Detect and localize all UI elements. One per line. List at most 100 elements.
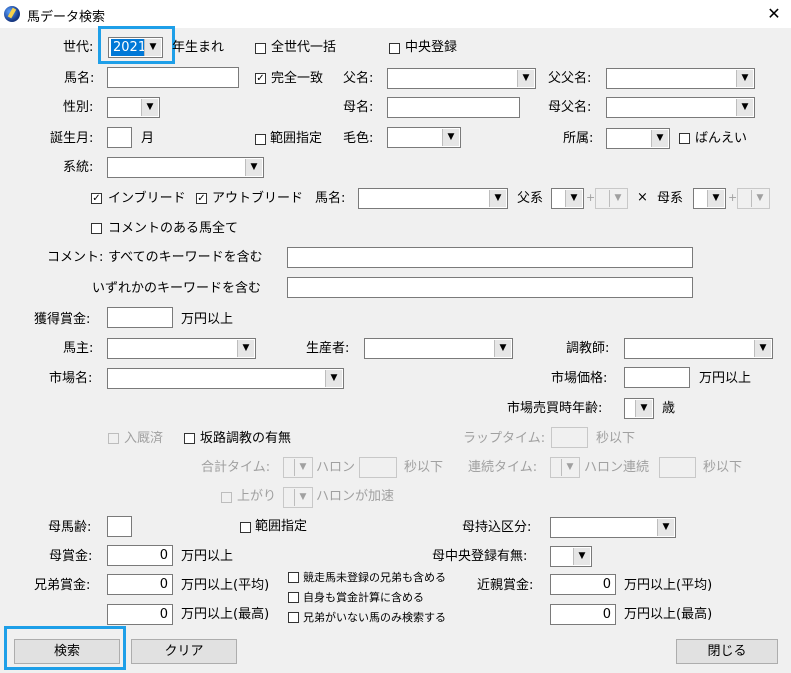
all-keywords-input[interactable]	[287, 247, 693, 268]
all-generations-checkbox[interactable]	[255, 43, 266, 54]
total-furlong-label: ハロン	[316, 460, 356, 475]
birth-range-checkbox[interactable]	[255, 134, 266, 145]
times-sign: ×	[637, 190, 648, 205]
sex-select[interactable]: ▼	[107, 97, 160, 118]
dam-prize-label: 母賞金:	[49, 549, 93, 564]
comment-label: コメント:	[47, 250, 104, 265]
dam-age-label: 母馬齢:	[48, 520, 92, 535]
chevron-down-icon[interactable]: ▼	[565, 190, 582, 207]
lap-time-input[interactable]	[551, 427, 588, 448]
relative-prize-label: 近親賞金:	[477, 578, 534, 593]
chevron-down-icon[interactable]: ▼	[707, 190, 724, 207]
chevron-down-icon[interactable]: ▼	[294, 489, 311, 506]
chevron-down-icon[interactable]: ▼	[751, 190, 768, 207]
central-registration-checkbox[interactable]	[389, 43, 400, 54]
chevron-down-icon[interactable]: ▼	[294, 459, 311, 476]
rise-furlong-select[interactable]: ▼	[283, 487, 313, 508]
sire-label: 父名:	[343, 71, 374, 86]
exact-match-checkbox[interactable]: ✓	[255, 73, 266, 84]
affiliation-label: 所属:	[563, 131, 594, 146]
any-keywords-input[interactable]	[287, 277, 693, 298]
consecutive-furlong-select[interactable]: ▼	[550, 457, 580, 478]
chevron-down-icon[interactable]: ▼	[736, 99, 753, 116]
chevron-down-icon[interactable]: ▼	[237, 340, 254, 357]
total-furlong-select[interactable]: ▼	[283, 457, 313, 478]
prize-input[interactable]	[107, 307, 173, 328]
stable-checkbox[interactable]	[108, 433, 119, 444]
market-age-suffix: 歳	[662, 401, 676, 416]
dam-age-range-checkbox[interactable]	[240, 522, 251, 533]
sire-sire-select[interactable]: ▼	[606, 68, 755, 89]
chevron-down-icon[interactable]: ▼	[635, 400, 652, 417]
birth-month-input[interactable]	[107, 127, 132, 148]
sibling-avg-input[interactable]: 0	[107, 574, 173, 595]
chevron-down-icon[interactable]: ▼	[609, 190, 626, 207]
no-siblings-checkbox[interactable]	[288, 612, 299, 623]
close-button[interactable]: 閉じる	[676, 639, 778, 664]
maternal-gen-2-select[interactable]: ▼	[737, 188, 770, 209]
comment-all-checkbox[interactable]	[91, 223, 102, 234]
market-age-select[interactable]: ▼	[624, 398, 654, 419]
include-unregistered-checkbox[interactable]	[288, 572, 299, 583]
chevron-down-icon[interactable]: ▼	[141, 99, 158, 116]
app-icon	[4, 6, 20, 22]
lap-time-suffix: 秒以下	[596, 431, 636, 446]
dam-sire-label: 母父名:	[548, 100, 592, 115]
exact-match-label: 完全一致	[271, 71, 324, 86]
horse-name-input[interactable]	[107, 67, 239, 88]
chevron-down-icon[interactable]: ▼	[489, 190, 506, 207]
relative-max-input[interactable]: 0	[550, 604, 616, 625]
chevron-down-icon[interactable]: ▼	[494, 340, 511, 357]
market-label: 市場名:	[49, 371, 93, 386]
title-bar: 馬データ検索 ✕	[0, 0, 791, 28]
owner-select[interactable]: ▼	[107, 338, 256, 359]
chevron-down-icon[interactable]: ▼	[245, 159, 262, 176]
banei-checkbox[interactable]	[679, 133, 690, 144]
chevron-down-icon[interactable]: ▼	[754, 340, 771, 357]
dam-name-input[interactable]	[387, 97, 520, 118]
total-time-suffix: 秒以下	[404, 460, 444, 475]
chevron-down-icon[interactable]: ▼	[573, 548, 590, 565]
dam-import-select[interactable]: ▼	[550, 517, 676, 538]
lineage-select[interactable]: ▼	[107, 157, 264, 178]
chevron-down-icon[interactable]: ▼	[651, 130, 668, 147]
affiliation-select[interactable]: ▼	[606, 128, 670, 149]
market-select[interactable]: ▼	[107, 368, 344, 389]
coat-select[interactable]: ▼	[387, 127, 461, 148]
trainer-select[interactable]: ▼	[624, 338, 773, 359]
market-price-input[interactable]	[624, 367, 690, 388]
chevron-down-icon[interactable]: ▼	[561, 459, 578, 476]
maternal-gen-1-select[interactable]: ▼	[693, 188, 726, 209]
paternal-gen-2-select[interactable]: ▼	[595, 188, 628, 209]
dam-prize-input[interactable]: 0	[107, 545, 173, 566]
chevron-down-icon[interactable]: ▼	[736, 70, 753, 87]
chevron-down-icon[interactable]: ▼	[442, 129, 459, 146]
paternal-gen-1-select[interactable]: ▼	[551, 188, 584, 209]
outbreed-checkbox[interactable]: ✓	[196, 193, 207, 204]
slope-training-checkbox[interactable]	[184, 433, 195, 444]
consecutive-time-label: 連続タイム:	[468, 460, 538, 475]
paternal-line-label: 父系	[517, 191, 544, 206]
dam-age-input[interactable]	[107, 516, 132, 537]
dam-sire-select[interactable]: ▼	[606, 97, 755, 118]
rise-checkbox[interactable]	[221, 492, 232, 503]
chevron-down-icon[interactable]: ▼	[517, 70, 534, 87]
sire-select[interactable]: ▼	[387, 68, 536, 89]
chevron-down-icon[interactable]: ▼	[657, 519, 674, 536]
all-keywords-label: すべてのキーワードを含む	[108, 250, 263, 265]
consecutive-time-input[interactable]	[659, 457, 696, 478]
comment-all-label: コメントのある馬全て	[108, 221, 239, 236]
breeder-select[interactable]: ▼	[364, 338, 513, 359]
close-icon[interactable]: ✕	[760, 2, 788, 26]
inbreed-checkbox[interactable]: ✓	[91, 193, 102, 204]
dam-central-select[interactable]: ▼	[550, 546, 592, 567]
total-time-input[interactable]	[359, 457, 397, 478]
sibling-max-input[interactable]: 0	[107, 604, 173, 625]
include-self-checkbox[interactable]	[288, 592, 299, 603]
inbreed-horse-select[interactable]: ▼	[358, 188, 508, 209]
all-generations-label: 全世代一括	[271, 40, 337, 55]
chevron-down-icon[interactable]: ▼	[325, 370, 342, 387]
prize-label: 獲得賞金:	[34, 312, 91, 327]
clear-button[interactable]: クリア	[131, 639, 237, 664]
relative-avg-input[interactable]: 0	[550, 574, 616, 595]
